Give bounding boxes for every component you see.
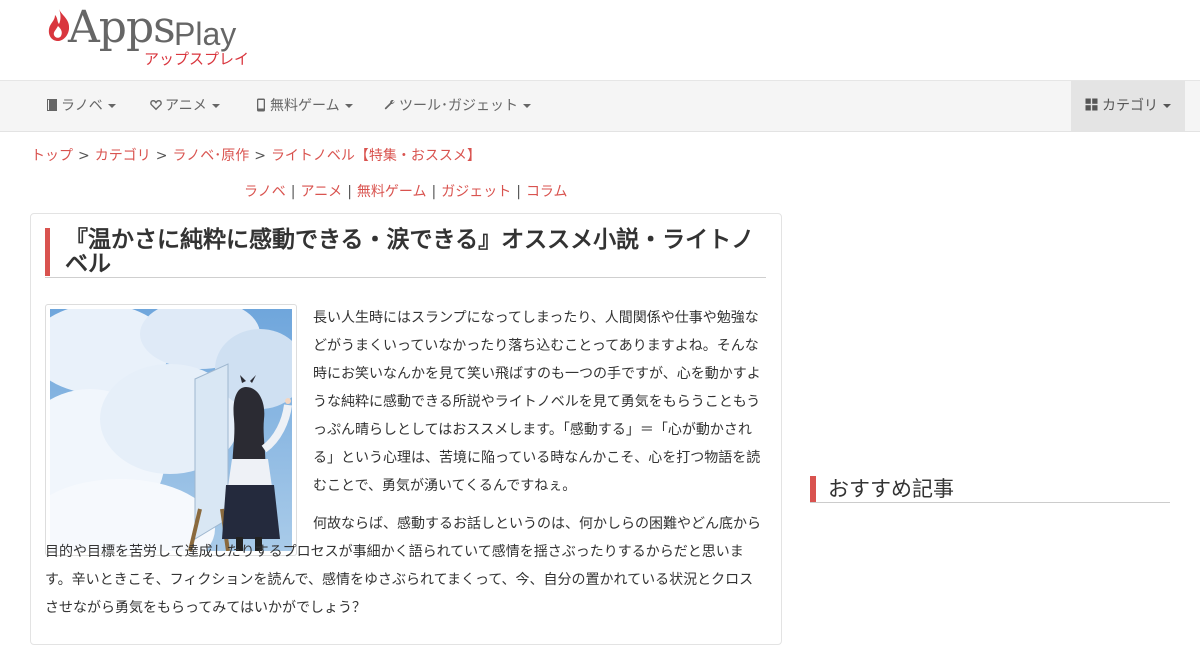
category-link-free-games[interactable]: 無料ゲーム xyxy=(357,184,427,200)
mobile-icon xyxy=(257,98,265,112)
breadcrumb-separator: > xyxy=(155,148,168,164)
nav-item-tools-gadgets[interactable]: ツール･ガジェット xyxy=(384,81,531,131)
breadcrumb: トップ > カテゴリ > ラノベ･原作 > ライトノベル【特集・おススメ】 xyxy=(31,146,481,166)
breadcrumb-item-category[interactable]: カテゴリ xyxy=(95,148,151,164)
logo-kana-text: アップスプレイ xyxy=(144,50,250,68)
article-title: 『温かさに純粋に感動できる・涙できる』オススメ小説・ライトノベル xyxy=(45,228,771,276)
nav-item-label: ツール･ガジェット xyxy=(399,98,518,114)
nav-item-light-novel[interactable]: ラノベ xyxy=(46,81,116,131)
nav-category-label: カテゴリ xyxy=(1102,98,1158,114)
nav-item-free-games[interactable]: 無料ゲーム xyxy=(255,81,353,131)
link-divider: | xyxy=(290,184,296,200)
breadcrumb-separator: > xyxy=(254,148,266,164)
nav-item-anime[interactable]: アニメ xyxy=(150,81,220,131)
link-divider: | xyxy=(516,184,521,200)
breadcrumb-item-light-novel-original[interactable]: ラノベ･原作 xyxy=(172,148,249,164)
caret-down-icon xyxy=(344,104,353,108)
grid-icon xyxy=(1085,98,1098,111)
breadcrumb-item-top[interactable]: トップ xyxy=(31,148,73,164)
wrench-icon xyxy=(384,100,395,110)
logo-play-text: Play xyxy=(174,16,237,52)
site-logo[interactable]: Apps Play アップスプレイ xyxy=(46,4,266,74)
caret-down-icon xyxy=(107,104,116,108)
book-icon xyxy=(47,99,57,111)
category-links: ラノベ | アニメ | 無料ゲーム | ガジェット | コラム xyxy=(244,182,568,202)
nav-category-dropdown[interactable]: カテゴリ xyxy=(1071,81,1185,131)
category-link-gadgets[interactable]: ガジェット xyxy=(441,184,511,200)
category-link-anime[interactable]: アニメ xyxy=(300,184,342,200)
main-navbar: ラノベ アニメ 無料ゲーム ツール･ガジェット カテゴリ xyxy=(0,80,1200,132)
breadcrumb-separator: > xyxy=(78,148,90,164)
category-link-column[interactable]: コラム xyxy=(526,184,568,200)
article-panel: 『温かさに純粋に感動できる・涙できる』オススメ小説・ライトノベル 長い人生時には… xyxy=(30,213,782,645)
nav-item-label: アニメ xyxy=(165,98,207,114)
heart-icon xyxy=(150,100,162,111)
sidebar-recommended-heading: おすすめ記事 xyxy=(810,476,1170,502)
article-paragraph-1: 長い人生時にはスランプになってしまったり、人間関係や仕事や勉強などがうまくいって… xyxy=(313,310,761,494)
nav-item-label: ラノベ xyxy=(61,98,103,114)
nav-item-label: 無料ゲーム xyxy=(270,98,340,114)
link-divider: | xyxy=(431,184,437,200)
category-link-light-novel[interactable]: ラノベ xyxy=(244,184,286,200)
sidebar-heading-underline xyxy=(810,502,1170,503)
logo-apps-text: Apps xyxy=(68,2,176,53)
title-underline xyxy=(45,277,766,278)
caret-down-icon xyxy=(523,104,531,108)
article-paragraph-2: 何故ならば、感動するお話しというのは、何かしらの困難やどん底から目的や目標を苦労… xyxy=(45,516,761,616)
link-divider: | xyxy=(347,184,352,200)
caret-down-icon xyxy=(1163,104,1171,108)
caret-down-icon xyxy=(211,104,220,108)
breadcrumb-item-light-novel-feature[interactable]: ライトノベル【特集・おススメ】 xyxy=(271,148,481,164)
